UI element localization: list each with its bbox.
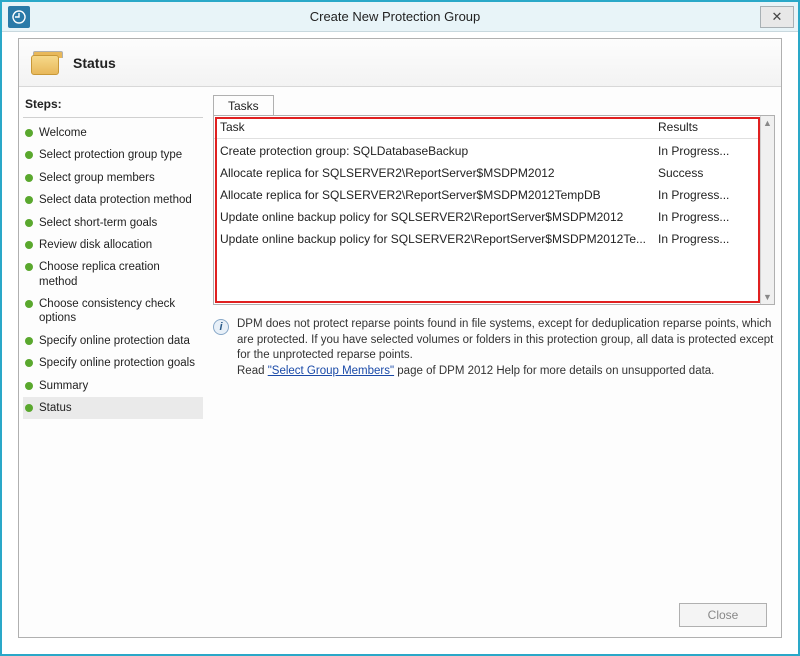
tasks-list: Task Results Create protection group: SQ… bbox=[213, 115, 775, 305]
steps-sidebar: Steps: Welcome Select protection group ty… bbox=[19, 87, 207, 637]
step-item-3[interactable]: Select data protection method bbox=[23, 189, 203, 211]
step-label: Status bbox=[39, 401, 72, 415]
close-button[interactable]: Close bbox=[679, 603, 767, 627]
result-cell: In Progress... bbox=[658, 210, 768, 224]
wizard-panel: Status Steps: Welcome Select protection g… bbox=[18, 38, 782, 638]
step-item-5[interactable]: Review disk allocation bbox=[23, 234, 203, 256]
result-cell: Success bbox=[658, 166, 768, 180]
step-label: Select data protection method bbox=[39, 193, 192, 207]
step-label: Welcome bbox=[39, 126, 87, 140]
step-item-2[interactable]: Select group members bbox=[23, 167, 203, 189]
step-item-8[interactable]: Specify online protection data bbox=[23, 330, 203, 352]
step-label: Specify online protection goals bbox=[39, 356, 195, 370]
step-label: Specify online protection data bbox=[39, 334, 190, 348]
tab-tasks[interactable]: Tasks bbox=[213, 95, 274, 116]
step-item-1[interactable]: Select protection group type bbox=[23, 144, 203, 166]
step-bullet-icon bbox=[25, 300, 33, 308]
titlebar: Create New Protection Group ✕ bbox=[2, 2, 798, 32]
step-label: Select protection group type bbox=[39, 148, 182, 162]
step-bullet-icon bbox=[25, 404, 33, 412]
steps-heading: Steps: bbox=[23, 93, 203, 118]
main-content: Tasks Task Results Create protection gro… bbox=[207, 87, 781, 637]
result-cell: In Progress... bbox=[658, 188, 768, 202]
tab-strip: Tasks bbox=[213, 91, 775, 115]
step-bullet-icon bbox=[25, 196, 33, 204]
task-cell: Allocate replica for SQLSERVER2\ReportSe… bbox=[220, 188, 658, 202]
select-group-members-link[interactable]: "Select Group Members" bbox=[268, 365, 394, 377]
step-bullet-icon bbox=[25, 151, 33, 159]
tasks-header: Task Results bbox=[214, 116, 774, 139]
step-item-7[interactable]: Choose consistency check options bbox=[23, 293, 203, 330]
task-cell: Create protection group: SQLDatabaseBack… bbox=[220, 144, 658, 158]
step-label: Choose replica creation method bbox=[39, 260, 201, 289]
task-cell: Allocate replica for SQLSERVER2\ReportSe… bbox=[220, 166, 658, 180]
step-item-4[interactable]: Select short-term goals bbox=[23, 212, 203, 234]
step-bullet-icon bbox=[25, 174, 33, 182]
task-row[interactable]: Create protection group: SQLDatabaseBack… bbox=[220, 141, 768, 163]
result-cell: In Progress... bbox=[658, 232, 768, 246]
task-row[interactable]: Update online backup policy for SQLSERVE… bbox=[220, 229, 768, 251]
task-row[interactable]: Update online backup policy for SQLSERVE… bbox=[220, 207, 768, 229]
folder-icon bbox=[31, 51, 59, 75]
info-icon: i bbox=[213, 319, 229, 335]
info-text: DPM does not protect reparse points foun… bbox=[237, 317, 775, 379]
step-bullet-icon bbox=[25, 359, 33, 367]
step-bullet-icon bbox=[25, 382, 33, 390]
step-item-10[interactable]: Summary bbox=[23, 375, 203, 397]
step-label: Select short-term goals bbox=[39, 216, 157, 230]
result-cell: In Progress... bbox=[658, 144, 768, 158]
window: Create New Protection Group ✕ Status Ste… bbox=[0, 0, 800, 656]
app-icon bbox=[8, 6, 30, 28]
footer: Close bbox=[679, 603, 767, 627]
task-row[interactable]: Allocate replica for SQLSERVER2\ReportSe… bbox=[220, 163, 768, 185]
step-label: Select group members bbox=[39, 171, 155, 185]
step-bullet-icon bbox=[25, 129, 33, 137]
scroll-up-icon[interactable]: ▲ bbox=[761, 116, 774, 130]
column-header-task[interactable]: Task bbox=[220, 120, 658, 134]
page-title: Status bbox=[73, 55, 116, 71]
step-bullet-icon bbox=[25, 263, 33, 271]
step-label: Choose consistency check options bbox=[39, 297, 201, 326]
step-item-9[interactable]: Specify online protection goals bbox=[23, 352, 203, 374]
task-cell: Update online backup policy for SQLSERVE… bbox=[220, 232, 658, 246]
step-label: Summary bbox=[39, 379, 88, 393]
close-icon: ✕ bbox=[772, 9, 783, 25]
step-label: Review disk allocation bbox=[39, 238, 152, 252]
task-cell: Update online backup policy for SQLSERVE… bbox=[220, 210, 658, 224]
window-close-button[interactable]: ✕ bbox=[760, 6, 794, 28]
window-title: Create New Protection Group bbox=[30, 9, 760, 24]
step-bullet-icon bbox=[25, 241, 33, 249]
page-header: Status bbox=[19, 39, 781, 87]
step-bullet-icon bbox=[25, 219, 33, 227]
info-text-post: page of DPM 2012 Help for more details o… bbox=[394, 365, 714, 377]
step-item-0[interactable]: Welcome bbox=[23, 122, 203, 144]
step-item-6[interactable]: Choose replica creation method bbox=[23, 256, 203, 293]
step-item-11[interactable]: Status bbox=[23, 397, 203, 419]
info-message: i DPM does not protect reparse points fo… bbox=[213, 317, 775, 379]
task-row[interactable]: Allocate replica for SQLSERVER2\ReportSe… bbox=[220, 185, 768, 207]
scrollbar[interactable]: ▲ ▼ bbox=[760, 116, 774, 304]
scroll-down-icon[interactable]: ▼ bbox=[761, 290, 774, 304]
step-bullet-icon bbox=[25, 337, 33, 345]
column-header-results[interactable]: Results bbox=[658, 120, 768, 134]
